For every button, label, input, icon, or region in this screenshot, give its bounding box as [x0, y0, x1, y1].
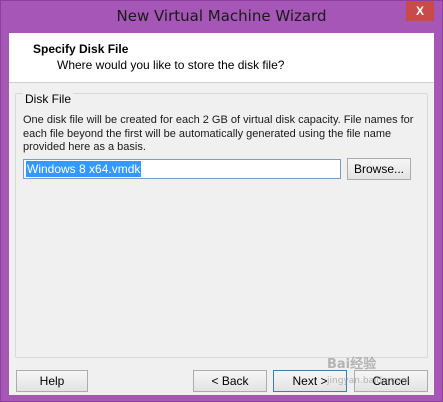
close-button[interactable]: X [406, 1, 434, 21]
back-button[interactable]: < Back [193, 370, 267, 392]
cancel-button[interactable]: Cancel [354, 370, 428, 392]
title-bar: New Virtual Machine Wizard X [1, 1, 442, 33]
page-subtitle: Where would you like to store the disk f… [57, 58, 285, 72]
disk-file-name-input[interactable]: Windows 8 x64.vmdk [23, 159, 341, 179]
wizard-header: Specify Disk File Where would you like t… [9, 33, 434, 83]
wizard-body: Specify Disk File Where would you like t… [9, 33, 434, 395]
disk-file-name-value: Windows 8 x64.vmdk [26, 161, 142, 177]
window-title: New Virtual Machine Wizard [116, 7, 327, 25]
browse-button[interactable]: Browse... [347, 158, 411, 180]
wizard-window: New Virtual Machine Wizard X Specify Dis… [0, 0, 443, 402]
page-title: Specify Disk File [33, 42, 129, 56]
disk-file-description: One disk file will be created for each 2… [23, 114, 414, 153]
help-button[interactable]: Help [16, 370, 88, 392]
next-button[interactable]: Next > [273, 370, 347, 392]
disk-file-group-label: Disk File [23, 92, 74, 106]
